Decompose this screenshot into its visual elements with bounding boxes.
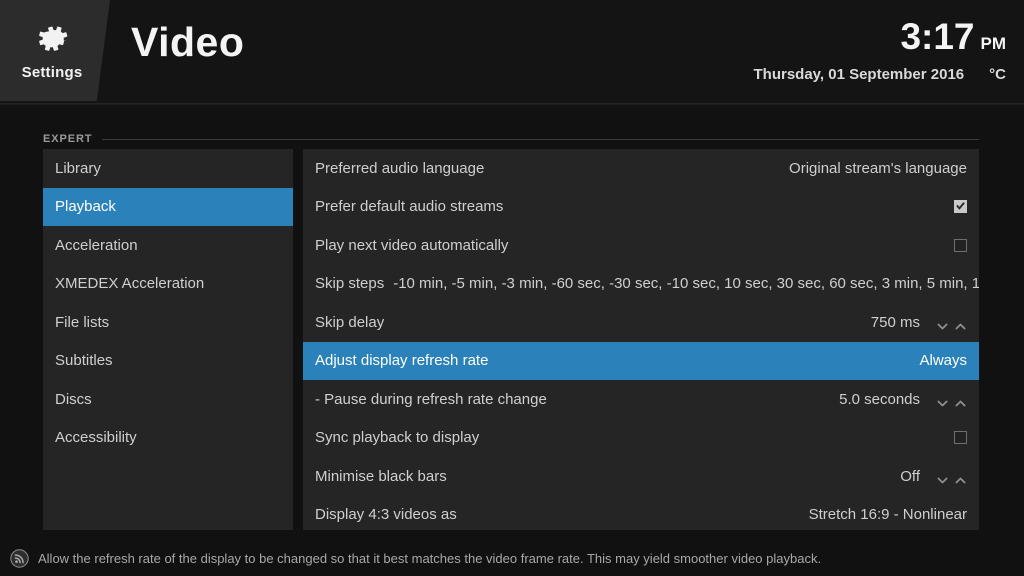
checkbox-checked[interactable] [954, 200, 967, 214]
sidebar-item-label: Accessibility [55, 429, 137, 447]
settings-home-button[interactable]: Settings [0, 0, 110, 101]
setting-row[interactable]: Minimise black bars Off [303, 457, 979, 496]
setting-control[interactable] [954, 200, 967, 214]
sidebar-item-label: Subtitles [55, 352, 113, 370]
sidebar-item-accessibility[interactable]: Accessibility [43, 419, 293, 458]
sidebar-item-file-lists[interactable]: File lists [43, 303, 293, 342]
spinner-control[interactable] [936, 318, 967, 330]
setting-label: - Pause during refresh rate change [315, 390, 547, 408]
header-bar: Settings Video 3:17 PM Thursday, 01 Sept… [0, 0, 1024, 104]
clock-time-line: 3:17 PM [754, 16, 1007, 57]
sidebar-item-label: Playback [55, 198, 116, 216]
settings-level-header[interactable]: EXPERT [43, 131, 979, 147]
setting-row[interactable]: Sync playback to display [303, 419, 979, 458]
settings-list[interactable]: Preferred audio language Original stream'… [303, 149, 979, 530]
category-sidebar[interactable]: Library Playback Acceleration XMEDEX Accele… [43, 149, 293, 530]
setting-control[interactable]: Always [919, 352, 967, 369]
sidebar-item-label: File lists [55, 313, 110, 331]
settings-level-label: EXPERT [43, 133, 93, 145]
chevron-up-icon[interactable] [954, 318, 967, 330]
chevron-up-icon[interactable] [954, 395, 967, 407]
chevron-down-icon[interactable] [936, 395, 949, 407]
setting-label: Sync playback to display [315, 429, 480, 447]
setting-control[interactable]: 750 ms [871, 314, 967, 331]
help-signal-icon [10, 548, 29, 568]
clock-date: Thursday, 01 September 2016 [753, 66, 965, 83]
chevron-down-icon[interactable] [936, 318, 949, 330]
sidebar-item-discs[interactable]: Discs [43, 380, 293, 419]
setting-control[interactable]: Stretch 16:9 - Nonlinear [809, 506, 967, 523]
setting-row[interactable]: Adjust display refresh rate Always [303, 341, 979, 380]
setting-control[interactable] [954, 431, 967, 445]
setting-label: Minimise black bars [315, 467, 447, 485]
spinner-control[interactable] [936, 472, 967, 484]
setting-row[interactable]: Skip steps -10 min, -5 min, -3 min, -60 s… [303, 265, 979, 304]
help-description: Allow the refresh rate of the display to… [38, 550, 822, 566]
kodi-settings-screen: Settings Video 3:17 PM Thursday, 01 Sept… [0, 0, 1024, 576]
setting-row[interactable]: Skip delay 750 ms [303, 303, 979, 342]
setting-label: Skip steps [315, 275, 385, 293]
page-title: Video [131, 19, 245, 65]
setting-row[interactable]: Prefer default audio streams [303, 188, 979, 227]
setting-label: Play next video automatically [315, 236, 509, 254]
sidebar-item-xmedex-acceleration[interactable]: XMEDEX Acceleration [43, 265, 293, 304]
clock-date-line: Thursday, 01 September 2016 °C [754, 66, 1007, 83]
clock: 3:17 PM Thursday, 01 September 2016 °C [754, 18, 1007, 83]
setting-value[interactable]: Always [919, 352, 967, 369]
setting-label: Prefer default audio streams [315, 198, 504, 216]
header-divider [0, 103, 1024, 105]
help-footer: Allow the refresh rate of the display to… [0, 540, 1024, 576]
horizontal-rule [102, 138, 979, 140]
sidebar-item-label: XMEDEX Acceleration [55, 275, 205, 293]
sidebar-item-subtitles[interactable]: Subtitles [43, 342, 293, 381]
settings-tab-label: Settings [21, 64, 83, 81]
checkbox-unchecked[interactable] [954, 238, 967, 252]
checkbox-unchecked[interactable] [954, 431, 967, 445]
setting-label: Display 4:3 videos as [315, 506, 457, 524]
temperature-unit: °C [989, 66, 1006, 83]
sidebar-item-label: Discs [55, 390, 92, 408]
setting-label: Adjust display refresh rate [315, 352, 489, 370]
chevron-down-icon[interactable] [936, 472, 949, 484]
setting-value[interactable]: Original stream's language [789, 160, 967, 177]
sidebar-item-library[interactable]: Library [43, 149, 293, 188]
setting-control[interactable]: Off [900, 468, 967, 485]
setting-value[interactable]: -10 min, -5 min, -3 min, -60 sec, -30 se… [393, 275, 979, 292]
clock-time: 3:17 [900, 16, 975, 57]
setting-row[interactable]: Preferred audio language Original stream'… [303, 149, 979, 188]
setting-label: Skip delay [315, 313, 385, 331]
setting-control[interactable]: Original stream's language [789, 160, 967, 177]
sidebar-item-label: Library [55, 159, 101, 177]
sidebar-item-label: Acceleration [55, 236, 138, 254]
sidebar-item-playback[interactable]: Playback [43, 187, 293, 226]
setting-value[interactable]: 750 ms [871, 314, 920, 331]
gear-icon [33, 20, 71, 58]
setting-control[interactable] [954, 238, 967, 252]
chevron-up-icon[interactable] [954, 472, 967, 484]
setting-control[interactable]: 5.0 seconds [839, 391, 967, 408]
setting-row[interactable]: Display 4:3 videos as Stretch 16:9 - Nonl… [303, 496, 979, 531]
clock-ampm: PM [980, 34, 1007, 53]
sidebar-item-acceleration[interactable]: Acceleration [43, 226, 293, 265]
setting-row[interactable]: - Pause during refresh rate change 5.0 se… [303, 380, 979, 419]
setting-label: Preferred audio language [315, 159, 485, 177]
setting-value[interactable]: Stretch 16:9 - Nonlinear [809, 506, 967, 523]
setting-row[interactable]: Play next video automatically [303, 226, 979, 265]
setting-value[interactable]: Off [900, 468, 920, 485]
setting-value[interactable]: 5.0 seconds [839, 391, 920, 408]
spinner-control[interactable] [936, 395, 967, 407]
